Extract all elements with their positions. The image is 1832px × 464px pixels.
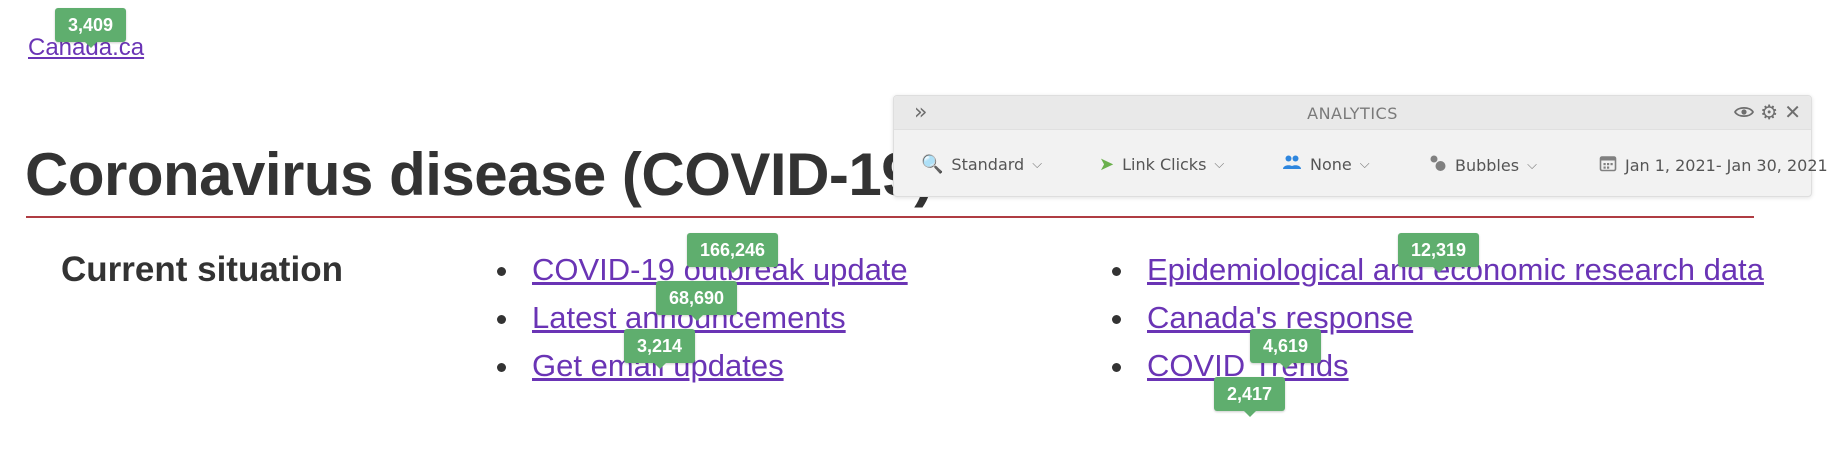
display-mode-dropdown[interactable]: Bubbles ⌵ xyxy=(1429,154,1537,177)
chevron-down-icon: ⌵ xyxy=(1527,158,1537,173)
analytics-panel: » ANALYTICS ⚙ ✕ 🔍 Standard ⌵ ➤ Link Clic… xyxy=(893,95,1828,197)
list-item: Latest announcements xyxy=(522,294,1082,342)
segment-value: None xyxy=(1310,155,1352,174)
list-item: Get email updates xyxy=(522,342,1082,390)
title-divider xyxy=(26,216,1754,218)
date-range-value: Jan 1, 2021- Jan 30, 2021 xyxy=(1625,156,1828,175)
view-mode-value: Standard xyxy=(951,155,1025,174)
link-list-left: COVID-19 outbreak update Latest announce… xyxy=(490,246,1082,390)
segment-dropdown[interactable]: None ⌵ xyxy=(1282,154,1370,175)
analytics-panel-header: » ANALYTICS ⚙ ✕ xyxy=(894,96,1811,130)
metric-dropdown[interactable]: ➤ Link Clicks ⌵ xyxy=(1099,154,1224,175)
close-icon[interactable]: ✕ xyxy=(1784,101,1801,123)
list-item: COVID-19 outbreak update xyxy=(522,246,1082,294)
section-heading: Current situation xyxy=(61,250,343,289)
panel-header-actions: ⚙ ✕ xyxy=(1734,101,1801,123)
cursor-click-icon: ➤ xyxy=(1099,154,1115,175)
display-mode-value: Bubbles xyxy=(1455,156,1520,175)
click-count-bubble: 3,214 xyxy=(624,329,696,369)
people-icon xyxy=(1282,154,1302,175)
list-item: Canada's response xyxy=(1137,294,1787,342)
page-title: Coronavirus disease (COVID-19) xyxy=(25,141,934,208)
metric-value: Link Clicks xyxy=(1122,155,1207,174)
link-list-right: Epidemiological and economic research da… xyxy=(1105,246,1787,390)
chevron-down-icon: ⌵ xyxy=(1032,157,1043,172)
date-range-picker[interactable]: Jan 1, 2021- Jan 30, 2021 xyxy=(1599,154,1828,177)
click-count-bubble: 2,417 xyxy=(1214,377,1286,417)
bubbles-icon xyxy=(1429,154,1447,177)
calendar-icon xyxy=(1599,154,1617,177)
analytics-title: ANALYTICS xyxy=(1307,104,1398,123)
chevron-down-icon: ⌵ xyxy=(1214,157,1225,172)
eye-icon[interactable] xyxy=(1734,101,1755,123)
click-count-bubble: 68,690 xyxy=(656,281,738,321)
click-count-bubble: 4,619 xyxy=(1250,329,1322,369)
view-mode-dropdown[interactable]: 🔍 Standard ⌵ xyxy=(921,154,1042,175)
magnifier-person-icon: 🔍 xyxy=(921,154,944,175)
click-count-bubble: 166,246 xyxy=(687,233,779,273)
chevron-down-icon: ⌵ xyxy=(1359,157,1370,172)
gear-icon[interactable]: ⚙ xyxy=(1760,101,1778,123)
click-count-bubble: 3,409 xyxy=(55,8,127,48)
click-count-bubble: 12,319 xyxy=(1398,233,1480,273)
